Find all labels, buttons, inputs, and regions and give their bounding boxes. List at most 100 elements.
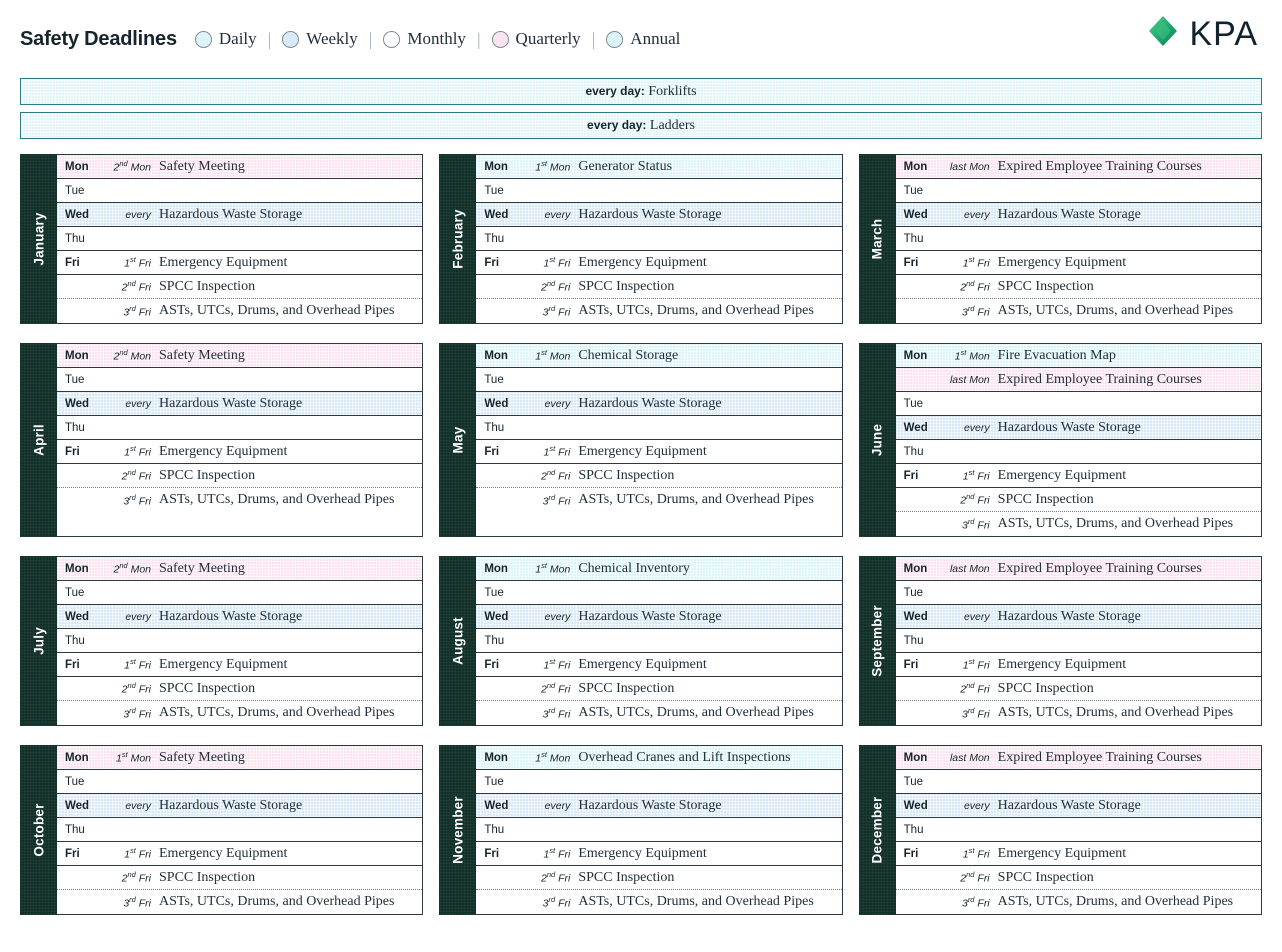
deadline-row[interactable]: WedeveryHazardous Waste Storage: [476, 794, 841, 818]
deadline-row[interactable]: 3rd FriASTs, UTCs, Drums, and Overhead P…: [476, 701, 841, 725]
deadline-row[interactable]: Thu: [896, 818, 1261, 842]
deadline-row[interactable]: Tue: [896, 179, 1261, 203]
deadline-row[interactable]: 2nd FriSPCC Inspection: [57, 677, 422, 701]
deadline-row[interactable]: WedeveryHazardous Waste Storage: [57, 203, 422, 227]
legend-item-annual[interactable]: Annual: [604, 29, 682, 49]
deadline-row[interactable]: 2nd FriSPCC Inspection: [896, 677, 1261, 701]
deadline-row[interactable]: 2nd FriSPCC Inspection: [476, 464, 841, 488]
deadline-row[interactable]: 3rd FriASTs, UTCs, Drums, and Overhead P…: [896, 701, 1261, 725]
deadline-row[interactable]: Fri1st FriEmergency Equipment: [476, 251, 841, 275]
deadline-row[interactable]: Thu: [476, 416, 841, 440]
deadline-row[interactable]: 3rd FriASTs, UTCs, Drums, and Overhead P…: [57, 488, 422, 512]
deadline-row[interactable]: Thu: [57, 629, 422, 653]
legend-item-monthly[interactable]: Monthly: [381, 29, 468, 49]
deadline-row[interactable]: Thu: [476, 629, 841, 653]
deadline-row[interactable]: 2nd FriSPCC Inspection: [896, 275, 1261, 299]
deadline-row[interactable]: 3rd FriASTs, UTCs, Drums, and Overhead P…: [57, 890, 422, 914]
deadline-row[interactable]: 3rd FriASTs, UTCs, Drums, and Overhead P…: [476, 299, 841, 323]
deadline-row[interactable]: WedeveryHazardous Waste Storage: [896, 794, 1261, 818]
deadline-row[interactable]: 2nd FriSPCC Inspection: [896, 866, 1261, 890]
deadline-row[interactable]: 2nd FriSPCC Inspection: [57, 866, 422, 890]
row-frequency: 3rd Fri: [516, 304, 578, 319]
deadline-row[interactable]: Fri1st FriEmergency Equipment: [476, 440, 841, 464]
deadline-row[interactable]: Mon2nd MonSafety Meeting: [57, 155, 422, 179]
deadline-row[interactable]: Tue: [476, 179, 841, 203]
deadline-row[interactable]: Fri1st FriEmergency Equipment: [57, 842, 422, 866]
daily-banner[interactable]: every day: Forklifts: [20, 78, 1262, 105]
deadline-row[interactable]: Fri1st FriEmergency Equipment: [896, 653, 1261, 677]
deadline-row[interactable]: Fri1st FriEmergency Equipment: [57, 251, 422, 275]
deadline-row[interactable]: last MonExpired Employee Training Course…: [896, 368, 1261, 392]
deadline-row[interactable]: 2nd FriSPCC Inspection: [476, 866, 841, 890]
deadline-row[interactable]: WedeveryHazardous Waste Storage: [476, 203, 841, 227]
deadline-row[interactable]: Thu: [476, 227, 841, 251]
deadline-row[interactable]: Mon1st MonChemical Inventory: [476, 557, 841, 581]
deadline-row[interactable]: Tue: [476, 368, 841, 392]
deadline-row[interactable]: Fri1st FriEmergency Equipment: [896, 251, 1261, 275]
legend-item-weekly[interactable]: Weekly: [280, 29, 360, 49]
deadline-row[interactable]: WedeveryHazardous Waste Storage: [476, 392, 841, 416]
deadline-row[interactable]: Fri1st FriEmergency Equipment: [896, 464, 1261, 488]
row-frequency: 1st Fri: [516, 255, 578, 270]
legend-item-daily[interactable]: Daily: [193, 29, 259, 49]
deadline-row[interactable]: Thu: [896, 629, 1261, 653]
deadline-row[interactable]: Thu: [476, 818, 841, 842]
deadline-row[interactable]: Thu: [57, 227, 422, 251]
deadline-row[interactable]: WedeveryHazardous Waste Storage: [476, 605, 841, 629]
deadline-row[interactable]: Tue: [896, 392, 1261, 416]
deadline-row[interactable]: Mon1st MonFire Evacuation Map: [896, 344, 1261, 368]
deadline-row[interactable]: 3rd FriASTs, UTCs, Drums, and Overhead P…: [896, 512, 1261, 536]
daily-banner[interactable]: every day: Ladders: [20, 112, 1262, 139]
deadline-row[interactable]: Mon1st MonGenerator Status: [476, 155, 841, 179]
deadline-row[interactable]: Tue: [896, 581, 1261, 605]
deadline-row[interactable]: Tue: [476, 770, 841, 794]
row-frequency: 3rd Fri: [936, 706, 998, 721]
legend-label-weekly: Weekly: [306, 29, 358, 49]
deadline-row[interactable]: Mon1st MonSafety Meeting: [57, 746, 422, 770]
deadline-row[interactable]: Monlast MonExpired Employee Training Cou…: [896, 557, 1261, 581]
deadline-row[interactable]: Monlast MonExpired Employee Training Cou…: [896, 746, 1261, 770]
deadline-row[interactable]: 3rd FriASTs, UTCs, Drums, and Overhead P…: [896, 299, 1261, 323]
deadline-row[interactable]: 3rd FriASTs, UTCs, Drums, and Overhead P…: [57, 701, 422, 725]
deadline-row[interactable]: 3rd FriASTs, UTCs, Drums, and Overhead P…: [476, 890, 841, 914]
deadline-row[interactable]: Monlast MonExpired Employee Training Cou…: [896, 155, 1261, 179]
row-task: Hazardous Waste Storage: [998, 420, 1261, 436]
deadline-row[interactable]: WedeveryHazardous Waste Storage: [57, 392, 422, 416]
deadline-row[interactable]: 3rd FriASTs, UTCs, Drums, and Overhead P…: [896, 890, 1261, 914]
deadline-row[interactable]: 2nd FriSPCC Inspection: [57, 275, 422, 299]
month-label-spine: March: [859, 154, 896, 324]
deadline-row[interactable]: Fri1st FriEmergency Equipment: [57, 440, 422, 464]
legend-item-quarterly[interactable]: Quarterly: [490, 29, 583, 49]
deadline-row[interactable]: Tue: [57, 368, 422, 392]
deadline-row[interactable]: Thu: [896, 227, 1261, 251]
deadline-row[interactable]: Fri1st FriEmergency Equipment: [476, 842, 841, 866]
deadline-row[interactable]: 3rd FriASTs, UTCs, Drums, and Overhead P…: [57, 299, 422, 323]
deadline-row[interactable]: Mon1st MonChemical Storage: [476, 344, 841, 368]
deadline-row[interactable]: WedeveryHazardous Waste Storage: [896, 605, 1261, 629]
deadline-row[interactable]: Mon2nd MonSafety Meeting: [57, 344, 422, 368]
deadline-row[interactable]: 2nd FriSPCC Inspection: [896, 488, 1261, 512]
deadline-row[interactable]: 2nd FriSPCC Inspection: [57, 464, 422, 488]
deadline-row[interactable]: Tue: [57, 770, 422, 794]
deadline-row[interactable]: Thu: [57, 818, 422, 842]
deadline-row[interactable]: 3rd FriASTs, UTCs, Drums, and Overhead P…: [476, 488, 841, 512]
deadline-row[interactable]: 2nd FriSPCC Inspection: [476, 677, 841, 701]
deadline-row[interactable]: Fri1st FriEmergency Equipment: [476, 653, 841, 677]
deadline-row[interactable]: Fri1st FriEmergency Equipment: [57, 653, 422, 677]
deadline-row[interactable]: WedeveryHazardous Waste Storage: [57, 605, 422, 629]
row-day-label: Tue: [57, 587, 97, 599]
deadline-row[interactable]: Tue: [57, 179, 422, 203]
deadline-row[interactable]: WedeveryHazardous Waste Storage: [896, 416, 1261, 440]
deadline-row[interactable]: Thu: [57, 416, 422, 440]
deadline-row[interactable]: Fri1st FriEmergency Equipment: [896, 842, 1261, 866]
deadline-row[interactable]: Tue: [476, 581, 841, 605]
deadline-row[interactable]: Tue: [57, 581, 422, 605]
deadline-row[interactable]: Tue: [896, 770, 1261, 794]
deadline-row[interactable]: WedeveryHazardous Waste Storage: [896, 203, 1261, 227]
deadline-row[interactable]: 2nd FriSPCC Inspection: [476, 275, 841, 299]
deadline-row[interactable]: WedeveryHazardous Waste Storage: [57, 794, 422, 818]
deadline-row[interactable]: Mon1st MonOverhead Cranes and Lift Inspe…: [476, 746, 841, 770]
deadline-row[interactable]: Mon2nd MonSafety Meeting: [57, 557, 422, 581]
row-frequency: every: [516, 398, 578, 410]
deadline-row[interactable]: Thu: [896, 440, 1261, 464]
